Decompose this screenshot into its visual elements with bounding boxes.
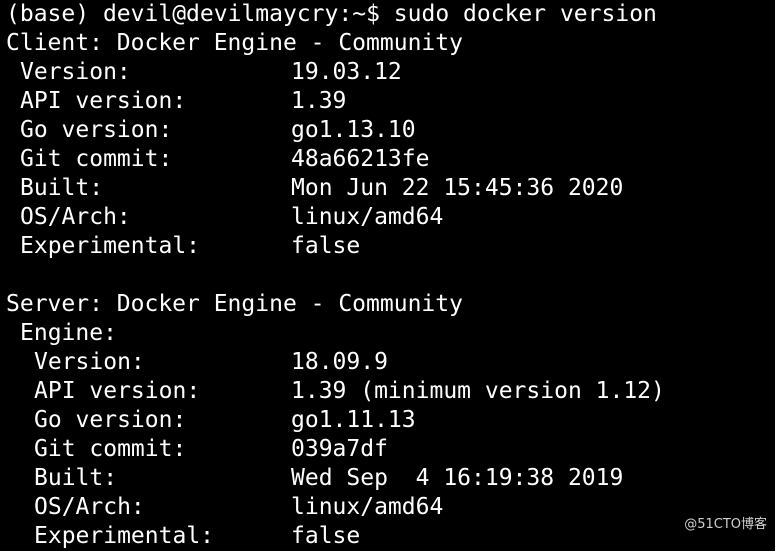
server-field-built: Built: Wed Sep 4 16:19:38 2019 <box>6 464 775 493</box>
command-prompt-line: (base) devil@devilmaycry:~$ sudo docker … <box>6 1 657 27</box>
server-field-os-arch: OS/Arch: linux/amd64 <box>6 493 775 522</box>
field-value: 1.39 <box>291 88 347 114</box>
server-field-go-version: Go version: go1.11.13 <box>6 406 775 435</box>
field-key: Version: <box>34 349 145 375</box>
field-key: Go version: <box>34 407 187 433</box>
field-key: OS/Arch: <box>34 494 145 520</box>
field-value: 18.09.9 <box>291 349 388 375</box>
server-field-git-commit: Git commit: 039a7df <box>6 435 775 464</box>
client-field-built: Built: Mon Jun 22 15:45:36 2020 <box>6 174 775 203</box>
field-key: Git commit: <box>20 146 173 172</box>
field-key: Go version: <box>20 117 173 143</box>
field-key: Git commit: <box>34 436 187 462</box>
field-key: Experimental: <box>20 233 201 259</box>
field-value: Wed Sep 4 16:19:38 2019 <box>291 465 624 491</box>
field-value: 039a7df <box>291 436 388 462</box>
cwd-path: ~ <box>352 1 367 27</box>
field-key: API version: <box>20 88 187 114</box>
client-field-os-arch: OS/Arch: linux/amd64 <box>6 203 775 232</box>
field-key: Built: <box>20 175 104 201</box>
field-value: go1.13.10 <box>291 117 416 143</box>
field-key: Built: <box>34 465 118 491</box>
server-field-api-version: API version: 1.39 (minimum version 1.12) <box>6 377 775 406</box>
field-value: 48a66213fe <box>291 146 430 172</box>
field-value: linux/amd64 <box>291 494 444 520</box>
field-value: false <box>291 233 361 259</box>
watermark-label: @51CTO博客 <box>684 517 767 532</box>
field-value: 19.03.12 <box>291 59 402 85</box>
server-field-experimental: Experimental: false <box>6 522 775 551</box>
command-text: sudo docker version <box>393 1 657 27</box>
field-value: 1.39 (minimum version 1.12) <box>291 378 665 404</box>
field-key: Experimental: <box>34 523 215 549</box>
field-value: go1.11.13 <box>291 407 416 433</box>
client-field-api-version: API version: 1.39 <box>6 87 775 116</box>
user-host: devil@devilmaycry <box>102 1 339 27</box>
client-field-version: Version: 19.03.12 <box>6 58 775 87</box>
server-engine-subheader: Engine: <box>20 320 117 346</box>
client-field-git-commit: Git commit: 48a66213fe <box>6 145 775 174</box>
terminal-window[interactable]: (base) devil@devilmaycry:~$ sudo docker … <box>0 0 775 551</box>
field-value: linux/amd64 <box>291 204 444 230</box>
conda-env-label: (base) <box>6 1 90 27</box>
server-field-version: Version: 18.09.9 <box>6 348 775 377</box>
client-field-go-version: Go version: go1.13.10 <box>6 116 775 145</box>
prompt-symbol: $ <box>366 1 380 27</box>
client-header: Client: Docker Engine - Community <box>6 30 463 56</box>
client-field-experimental: Experimental: false <box>6 232 775 261</box>
field-key: OS/Arch: <box>20 204 131 230</box>
server-header: Server: Docker Engine - Community <box>6 291 463 317</box>
field-key: API version: <box>34 378 201 404</box>
field-value: false <box>291 523 361 549</box>
field-key: Version: <box>20 59 131 85</box>
field-value: Mon Jun 22 15:45:36 2020 <box>291 175 624 201</box>
